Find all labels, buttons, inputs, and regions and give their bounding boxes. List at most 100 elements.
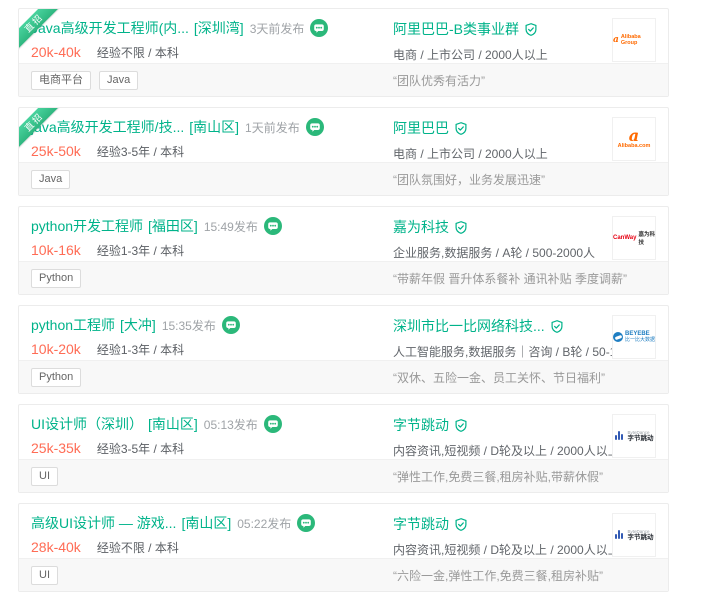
job-requirements: 经验3-5年 / 本科 xyxy=(97,440,184,457)
job-tags: Python xyxy=(31,269,393,288)
salary: 20k-40k xyxy=(31,44,81,60)
job-tag[interactable]: UI xyxy=(31,566,58,585)
job-title-link[interactable]: UI设计师（深圳） xyxy=(31,414,143,434)
company-name-link[interactable]: 字节跳动 xyxy=(393,514,449,534)
company-name-link[interactable]: 阿里巴巴 xyxy=(393,118,449,138)
job-requirements: 经验1-3年 / 本科 xyxy=(97,242,184,259)
publish-time: 15:35发布 xyxy=(162,317,216,334)
job-location[interactable]: [南山区] xyxy=(148,414,198,434)
chat-bubble-icon[interactable] xyxy=(306,118,324,136)
job-salary-line: 25k-50k 经验3-5年 / 本科 xyxy=(31,143,393,160)
job-title-link[interactable]: 高级UI设计师 — 游戏... xyxy=(31,513,176,533)
job-salary-line: 20k-40k 经验不限 / 本科 xyxy=(31,44,393,61)
company-line: 字节跳动 xyxy=(393,514,612,534)
bytedance-bars-mark xyxy=(615,530,623,539)
canway-logo[interactable]: CanWay 嘉为科技 xyxy=(612,216,656,260)
job-card[interactable]: python工程师 [大冲] 15:35发布 10k-20k 经验1-3年 / … xyxy=(18,305,669,394)
company-quote: “团队优秀有活力” xyxy=(393,72,656,89)
company-column: 字节跳动 内容资讯,短视频 / D轮及以上 / 2000人以上 xyxy=(393,513,612,558)
company-quote: “团队氛围好，业务发展迅速” xyxy=(393,171,656,188)
job-title-link[interactable]: Java高级开发工程师(内... xyxy=(31,18,189,38)
job-card-footer: UI “弹性工作,免费三餐,租房补贴,带薪休假” xyxy=(19,459,668,492)
salary: 28k-40k xyxy=(31,539,81,555)
company-logo-text: CanWay xyxy=(613,235,636,241)
job-list: 直招 Java高级开发工程师(内... [深圳湾] 3天前发布 20k-40k … xyxy=(0,0,712,592)
alibaba-com-logo[interactable]: a Alibaba.com xyxy=(612,117,656,161)
job-card-footer: 电商平台 Java “团队优秀有活力” xyxy=(19,63,668,96)
job-tag[interactable]: Python xyxy=(31,269,81,288)
job-salary-line: 25k-35k 经验3-5年 / 本科 xyxy=(31,440,393,457)
job-title-line: UI设计师（深圳） [南山区] 05:13发布 xyxy=(31,414,393,434)
company-logo-subtext: 比一比大数据 xyxy=(625,338,655,344)
chat-bubble-icon[interactable] xyxy=(222,316,240,334)
company-line: 阿里巴巴-B类事业群 xyxy=(393,19,612,39)
job-tag[interactable]: Java xyxy=(31,170,70,189)
company-name-link[interactable]: 字节跳动 xyxy=(393,415,449,435)
chat-bubble-icon[interactable] xyxy=(264,415,282,433)
beyebe-circle-mark xyxy=(613,332,623,342)
job-card[interactable]: 直招 Java高级开发工程师(内... [深圳湾] 3天前发布 20k-40k … xyxy=(18,8,669,97)
job-salary-line: 10k-20k 经验1-3年 / 本科 xyxy=(31,341,393,358)
job-location[interactable]: [福田区] xyxy=(148,216,198,236)
job-main-column: python开发工程师 [福田区] 15:49发布 10k-16k 经验1-3年… xyxy=(31,216,393,259)
alibaba-smile-mark: a xyxy=(629,129,639,143)
verified-shield-icon xyxy=(524,22,538,37)
job-title-link[interactable]: python开发工程师 xyxy=(31,216,143,236)
alibaba-smile-mark: a xyxy=(613,35,619,45)
job-tag[interactable]: Python xyxy=(31,368,81,387)
job-card-header: python开发工程师 [福田区] 15:49发布 10k-16k 经验1-3年… xyxy=(19,207,668,261)
job-salary-line: 10k-16k 经验1-3年 / 本科 xyxy=(31,242,393,259)
job-location[interactable]: [大冲] xyxy=(120,315,156,335)
job-card-footer: Java “团队氛围好，业务发展迅速” xyxy=(19,162,668,195)
job-card[interactable]: 高级UI设计师 — 游戏... [南山区] 05:22发布 28k-40k 经验… xyxy=(18,503,669,592)
job-card-footer: UI “六险一金,弹性工作,免费三餐,租房补贴” xyxy=(19,558,668,591)
job-card[interactable]: python开发工程师 [福田区] 15:49发布 10k-16k 经验1-3年… xyxy=(18,206,669,295)
salary: 10k-16k xyxy=(31,242,81,258)
company-name-link[interactable]: 深圳市比一比网络科技... xyxy=(393,316,545,336)
company-column: 阿里巴巴-B类事业群 电商 / 上市公司 / 2000人以上 xyxy=(393,18,612,63)
job-title-link[interactable]: java高级开发工程师/技... xyxy=(31,117,184,137)
job-location[interactable]: [深圳湾] xyxy=(194,18,244,38)
company-info: 内容资讯,短视频 / D轮及以上 / 2000人以上 xyxy=(393,442,612,459)
job-requirements: 经验不限 / 本科 xyxy=(97,539,179,556)
publish-time: 05:22发布 xyxy=(237,515,291,532)
job-card[interactable]: 直招 java高级开发工程师/技... [南山区] 1天前发布 25k-50k … xyxy=(18,107,669,196)
company-name-link[interactable]: 嘉为科技 xyxy=(393,217,449,237)
chat-bubble-icon[interactable] xyxy=(264,217,282,235)
job-location[interactable]: [南山区] xyxy=(189,117,239,137)
bytedance-logo[interactable]: ByteDance 字节跳动 xyxy=(612,414,656,458)
publish-time: 15:49发布 xyxy=(204,218,258,235)
bytedance-bars-mark xyxy=(615,431,623,440)
job-card-footer: Python “带薪年假 晋升体系餐补 通讯补贴 季度调薪” xyxy=(19,261,668,294)
company-line: 嘉为科技 xyxy=(393,217,612,237)
job-tags: 电商平台 Java xyxy=(31,71,393,90)
job-tags: Java xyxy=(31,170,393,189)
bytedance-logo[interactable]: ByteDance 字节跳动 xyxy=(612,513,656,557)
verified-shield-icon xyxy=(454,220,468,235)
job-title-link[interactable]: python工程师 xyxy=(31,315,115,335)
company-column: 阿里巴巴 电商 / 上市公司 / 2000人以上 xyxy=(393,117,612,162)
verified-shield-icon xyxy=(454,121,468,136)
salary: 10k-20k xyxy=(31,341,81,357)
company-info: 企业服务,数据服务 / A轮 / 500-2000人 xyxy=(393,244,612,261)
chat-bubble-icon[interactable] xyxy=(297,514,315,532)
job-tag[interactable]: 电商平台 xyxy=(31,71,91,90)
chat-bubble-icon[interactable] xyxy=(310,19,328,37)
company-info: 人工智能服务,数据服务｜咨询 / B轮 / 50-150人 xyxy=(393,343,612,360)
job-title-line: java高级开发工程师/技... [南山区] 1天前发布 xyxy=(31,117,393,137)
company-logo-text: Alibaba.com xyxy=(618,143,651,149)
company-logo-text: 字节跳动 xyxy=(628,534,654,541)
job-card[interactable]: UI设计师（深圳） [南山区] 05:13发布 25k-35k 经验3-5年 /… xyxy=(18,404,669,493)
job-tag[interactable]: UI xyxy=(31,467,58,486)
company-name-link[interactable]: 阿里巴巴-B类事业群 xyxy=(393,19,519,39)
job-main-column: Java高级开发工程师(内... [深圳湾] 3天前发布 20k-40k 经验不… xyxy=(31,18,393,61)
company-column: 字节跳动 内容资讯,短视频 / D轮及以上 / 2000人以上 xyxy=(393,414,612,459)
job-card-header: 高级UI设计师 — 游戏... [南山区] 05:22发布 28k-40k 经验… xyxy=(19,504,668,558)
company-line: 字节跳动 xyxy=(393,415,612,435)
company-quote: “双休、五险一金、员工关怀、节日福利” xyxy=(393,369,656,386)
job-tag[interactable]: Java xyxy=(99,71,138,90)
job-location[interactable]: [南山区] xyxy=(181,513,231,533)
beyebe-logo[interactable]: BEYEBE 比一比大数据 xyxy=(612,315,656,359)
alibaba-group-logo[interactable]: a Alibaba Group xyxy=(612,18,656,62)
job-title-line: Java高级开发工程师(内... [深圳湾] 3天前发布 xyxy=(31,18,393,38)
